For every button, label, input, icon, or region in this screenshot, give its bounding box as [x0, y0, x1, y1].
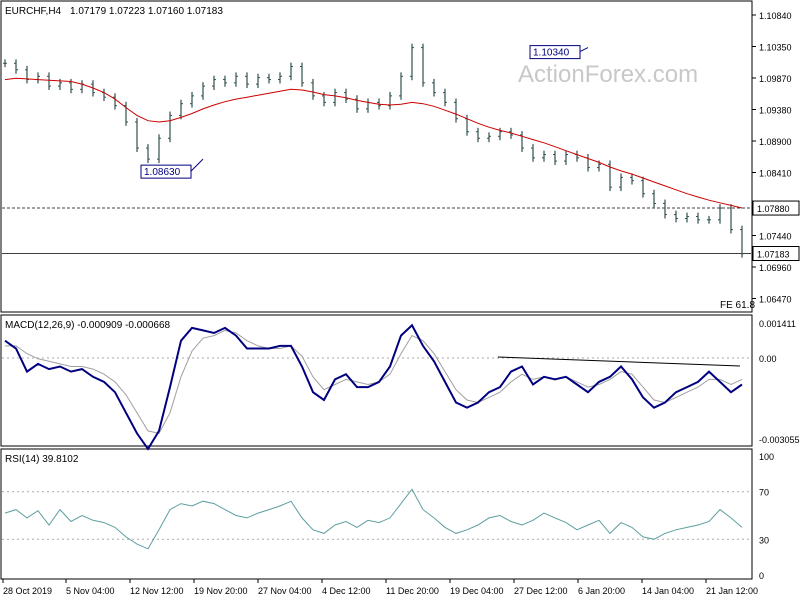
price-tick-label: 1.07440 — [759, 232, 792, 242]
x-tick-label: 27 Dec 12:00 — [514, 586, 568, 596]
forex-chart: EURCHF,H4 1.07179 1.07223 1.07160 1.0718… — [0, 0, 800, 600]
macd-line — [4, 323, 743, 451]
rsi-tick-label: 70 — [759, 488, 769, 498]
x-tick-label: 6 Jan 20:00 — [578, 586, 625, 596]
x-tick-label: 19 Dec 04:00 — [450, 586, 504, 596]
price-tick-label: 1.06470 — [759, 295, 792, 305]
chart-canvas: EURCHF,H4 1.07179 1.07223 1.07160 1.0718… — [0, 0, 800, 596]
x-tick-label: 4 Dec 12:00 — [322, 586, 371, 596]
price-tick-label: 1.06960 — [759, 263, 792, 273]
level-label: 1.07880 — [757, 204, 790, 214]
price-tick-label: 1.09870 — [759, 74, 792, 84]
price-annotation-pointer — [190, 158, 204, 172]
price-tick-label: 1.08900 — [759, 137, 792, 147]
x-tick-label: 21 Jan 12:00 — [706, 586, 758, 596]
macd-title: MACD(12,26,9) -0.000909 -0.000668 — [5, 320, 171, 331]
price-tick-label: 1.10350 — [759, 43, 792, 53]
x-tick-label: 11 Dec 20:00 — [386, 586, 439, 596]
price-annotation-label: 1.10340 — [533, 48, 570, 59]
price-tick-label: 1.08410 — [759, 169, 792, 179]
price-annotation-pointer — [579, 47, 589, 53]
symbol-label: EURCHF,H4 — [5, 6, 62, 17]
price-panel-frame — [0, 0, 753, 313]
x-tick-label: 5 Nov 04:00 — [66, 586, 115, 596]
rsi-tick-label: 0 — [759, 571, 764, 581]
macd-signal-line — [5, 329, 743, 434]
macd-tick-label: 0.001411 — [759, 319, 796, 329]
price-tick-label: 1.10840 — [759, 11, 792, 21]
rsi-title: RSI(14) 39.8102 — [5, 454, 79, 465]
rsi-panel-frame — [0, 448, 753, 580]
x-tick-label: 28 Oct 2019 — [3, 586, 52, 596]
macd-tick-label: -0.003055 — [759, 435, 800, 445]
rsi-tick-label: 30 — [759, 535, 769, 545]
rsi-line — [4, 488, 743, 550]
fe-label: FE 61.8 — [720, 300, 755, 311]
x-tick-label: 27 Nov 04:00 — [258, 586, 312, 596]
x-tick-label: 19 Nov 20:00 — [194, 586, 248, 596]
rsi-tick-label: 100 — [759, 452, 774, 462]
x-tick-label: 12 Nov 12:00 — [130, 586, 184, 596]
price-annotation-label: 1.08630 — [144, 167, 181, 178]
macd-tick-label: 0.00 — [759, 354, 777, 364]
ohlc-readout: 1.07179 1.07223 1.07160 1.07183 — [70, 6, 223, 17]
watermark: ActionForex.com — [518, 61, 698, 88]
level-label: 1.07183 — [757, 250, 790, 260]
x-tick-label: 14 Jan 04:00 — [642, 586, 694, 596]
price-tick-label: 1.09380 — [759, 106, 792, 116]
